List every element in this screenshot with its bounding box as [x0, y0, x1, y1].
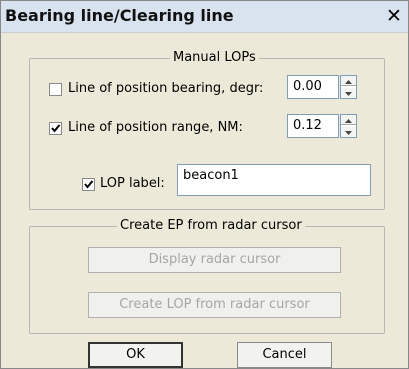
bearing-line-dialog: Bearing line/Clearing line ✕ Manual LOPs…	[0, 0, 409, 369]
lop-label-input[interactable]: beacon1	[177, 164, 371, 196]
dialog-title: Bearing line/Clearing line	[5, 6, 234, 25]
bearing-label: Line of position bearing, degr:	[68, 81, 264, 96]
range-label: Line of position range, NM:	[68, 120, 243, 135]
bearing-checkbox[interactable]	[49, 83, 62, 96]
title-bar[interactable]: Bearing line/Clearing line ✕	[1, 1, 408, 33]
arrow-down-icon[interactable]	[341, 127, 356, 137]
range-checkbox[interactable]	[49, 122, 62, 135]
lop-label-checkbox[interactable]	[82, 178, 95, 191]
lop-label-label: LOP label:	[100, 176, 165, 191]
range-spinner	[340, 114, 357, 138]
cancel-button[interactable]: Cancel	[237, 342, 332, 368]
close-icon[interactable]: ✕	[383, 5, 405, 27]
arrow-up-icon[interactable]	[341, 115, 356, 125]
checkmark-icon	[84, 180, 94, 189]
checkmark-icon	[51, 124, 61, 133]
bearing-input[interactable]: 0.00	[287, 75, 339, 99]
range-input[interactable]: 0.12	[287, 114, 339, 138]
arrow-up-icon[interactable]	[341, 76, 356, 86]
radar-cursor-legend: Create EP from radar cursor	[117, 218, 305, 233]
create-lop-from-radar-cursor-button[interactable]: Create LOP from radar cursor	[88, 292, 341, 318]
bearing-spinner	[340, 75, 357, 99]
ok-button[interactable]: OK	[88, 342, 183, 368]
arrow-down-icon[interactable]	[341, 88, 356, 98]
manual-lops-legend: Manual LOPs	[170, 50, 259, 65]
display-radar-cursor-button[interactable]: Display radar cursor	[88, 247, 341, 273]
